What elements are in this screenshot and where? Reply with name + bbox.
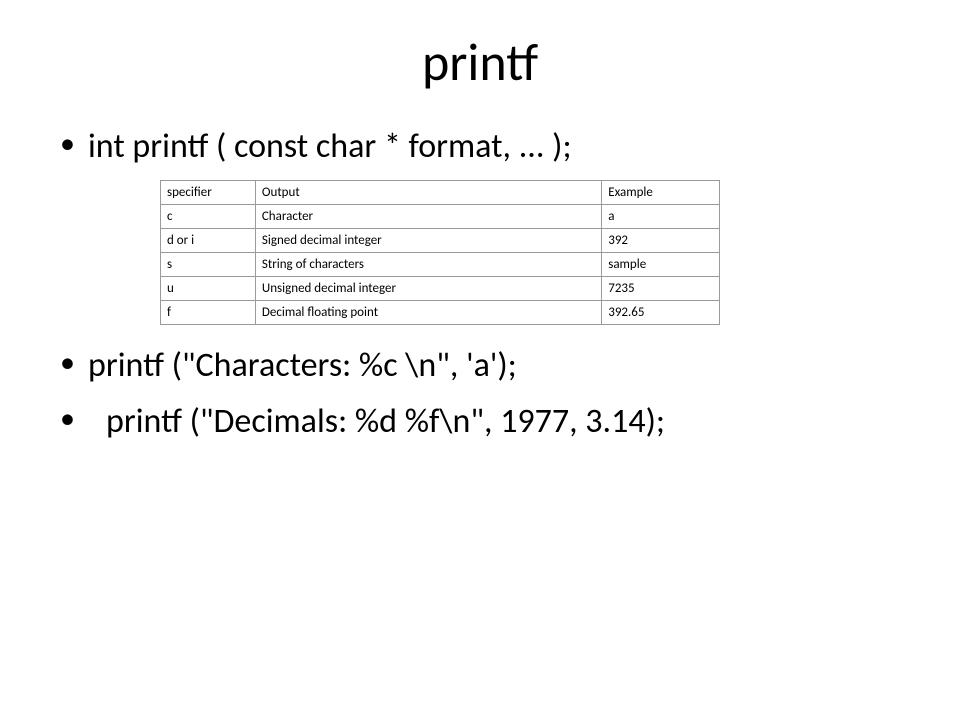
cell-specifier: f (161, 300, 256, 324)
cell-output: Character (255, 204, 601, 228)
specifier-table-wrap: specifier Output Example c Character a d… (160, 180, 720, 325)
table-row: c Character a (161, 204, 720, 228)
bullet-list: int printf ( const char * format, ... ); (40, 124, 920, 170)
specifier-table: specifier Output Example c Character a d… (160, 180, 720, 325)
bullet-text: printf ("Characters: %c \n", 'a'); (88, 345, 517, 386)
cell-specifier: d or i (161, 228, 256, 252)
table-header-row: specifier Output Example (161, 180, 720, 204)
col-output: Output (255, 180, 601, 204)
cell-output: Unsigned decimal integer (255, 276, 601, 300)
cell-output: String of characters (255, 252, 601, 276)
col-specifier: specifier (161, 180, 256, 204)
cell-specifier: s (161, 252, 256, 276)
cell-example: 7235 (602, 276, 720, 300)
col-example: Example (602, 180, 720, 204)
table-row: f Decimal floating point 392.65 (161, 300, 720, 324)
bullet-text: int printf ( const char * format, ... ); (88, 126, 572, 167)
cell-example: 392.65 (602, 300, 720, 324)
bullet-item: int printf ( const char * format, ... ); (60, 124, 920, 170)
cell-output: Signed decimal integer (255, 228, 601, 252)
bullet-item: printf ("Decimals: %d %f\n", 1977, 3.14)… (60, 399, 920, 445)
table-row: s String of characters sample (161, 252, 720, 276)
slide: printf int printf ( const char * format,… (0, 0, 960, 720)
page-title: printf (40, 30, 920, 94)
cell-specifier: u (161, 276, 256, 300)
cell-example: a (602, 204, 720, 228)
table-row: d or i Signed decimal integer 392 (161, 228, 720, 252)
bullet-text: printf ("Decimals: %d %f\n", 1977, 3.14)… (106, 401, 665, 442)
cell-output: Decimal floating point (255, 300, 601, 324)
cell-example: sample (602, 252, 720, 276)
table-row: u Unsigned decimal integer 7235 (161, 276, 720, 300)
bullet-list: printf ("Characters: %c \n", 'a'); print… (40, 343, 920, 445)
bullet-item: printf ("Characters: %c \n", 'a'); (60, 343, 920, 389)
cell-example: 392 (602, 228, 720, 252)
cell-specifier: c (161, 204, 256, 228)
